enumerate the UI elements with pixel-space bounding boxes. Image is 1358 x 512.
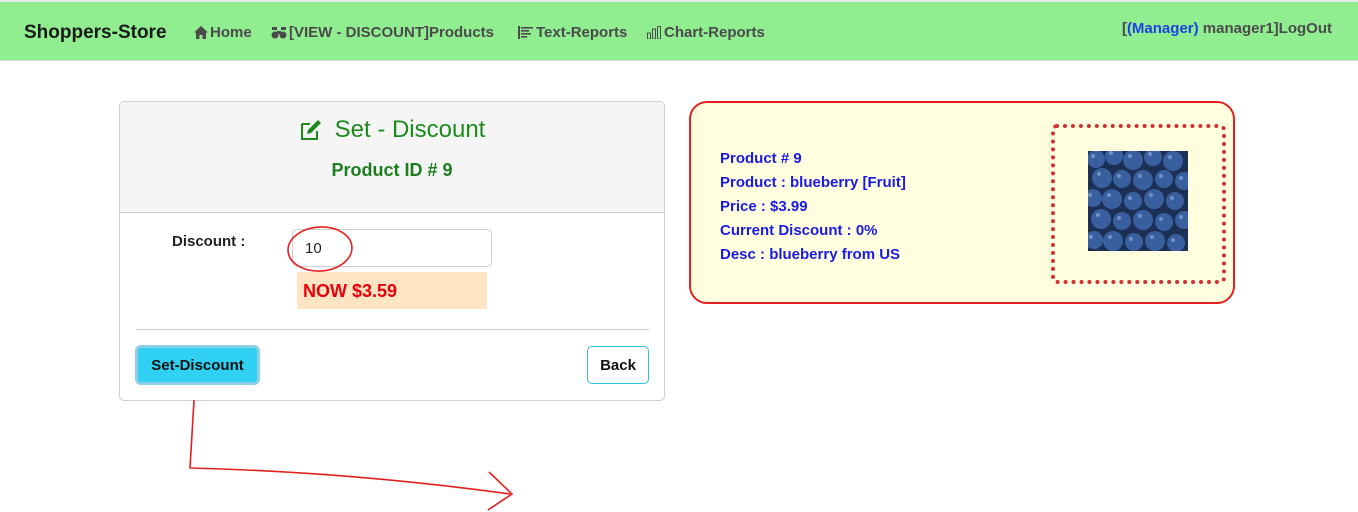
nav-chart-reports[interactable]: Chart-Reports [647, 24, 765, 41]
nav-text-reports-label: Text-Reports [536, 24, 628, 41]
annotation-arrowhead [487, 471, 514, 511]
product-image-frame [1051, 124, 1226, 284]
nav-view-discount-products[interactable]: [VIEW - DISCOUNT]Products [271, 24, 494, 41]
discount-input[interactable] [292, 229, 492, 267]
nav-home-label: Home [210, 24, 252, 41]
card-title-text: Set - Discount [334, 116, 486, 143]
product-info-card: Product # 9 Product : blueberry [Fruit] … [689, 101, 1235, 304]
product-description: Desc : blueberry from US [720, 246, 901, 263]
nav-home[interactable]: Home [194, 24, 252, 41]
back-button[interactable]: Back [587, 346, 649, 384]
blueberry-image [1088, 151, 1188, 251]
product-name: Product : blueberry [Fruit] [720, 174, 906, 191]
divider [136, 329, 649, 330]
user-role: (Manager) [1126, 20, 1199, 37]
top-navbar: Shoppers-Store Home [VIEW - DISCOUNT]Pro… [0, 0, 1358, 61]
brand-logo[interactable]: Shoppers-Store [24, 22, 167, 44]
home-icon [194, 26, 208, 39]
text-report-icon [518, 26, 533, 39]
product-info-lines: Product # 9 Product : blueberry [Fruit] … [720, 147, 906, 267]
user-name: manager1] [1198, 20, 1279, 37]
product-current-discount: Current Discount : 0% [720, 222, 878, 239]
nav-view-discount-label: [VIEW - DISCOUNT]Products [289, 24, 494, 41]
now-price-text: NOW $3.59 [297, 272, 487, 309]
set-discount-card: Set - Discount Product ID # 9 Discount :… [119, 101, 665, 401]
binoculars-icon [271, 27, 287, 39]
card-title: Set - Discount [120, 116, 664, 144]
discount-label: Discount : [172, 233, 246, 250]
product-price: Price : $3.99 [720, 198, 808, 215]
annotation-arrow [189, 399, 511, 495]
nav-chart-reports-label: Chart-Reports [664, 24, 765, 41]
user-area: [(Manager) manager1]LogOut [1122, 20, 1332, 37]
product-id-heading: Product ID # 9 [331, 160, 453, 180]
card-header: Set - Discount Product ID # 9 [120, 102, 664, 213]
set-discount-button[interactable]: Set-Discount [135, 345, 260, 385]
logout-link[interactable]: LogOut [1279, 20, 1332, 37]
product-number: Product # 9 [720, 150, 802, 167]
nav-text-reports[interactable]: Text-Reports [518, 24, 627, 41]
edit-icon [300, 120, 321, 140]
bar-chart-icon [647, 26, 661, 39]
